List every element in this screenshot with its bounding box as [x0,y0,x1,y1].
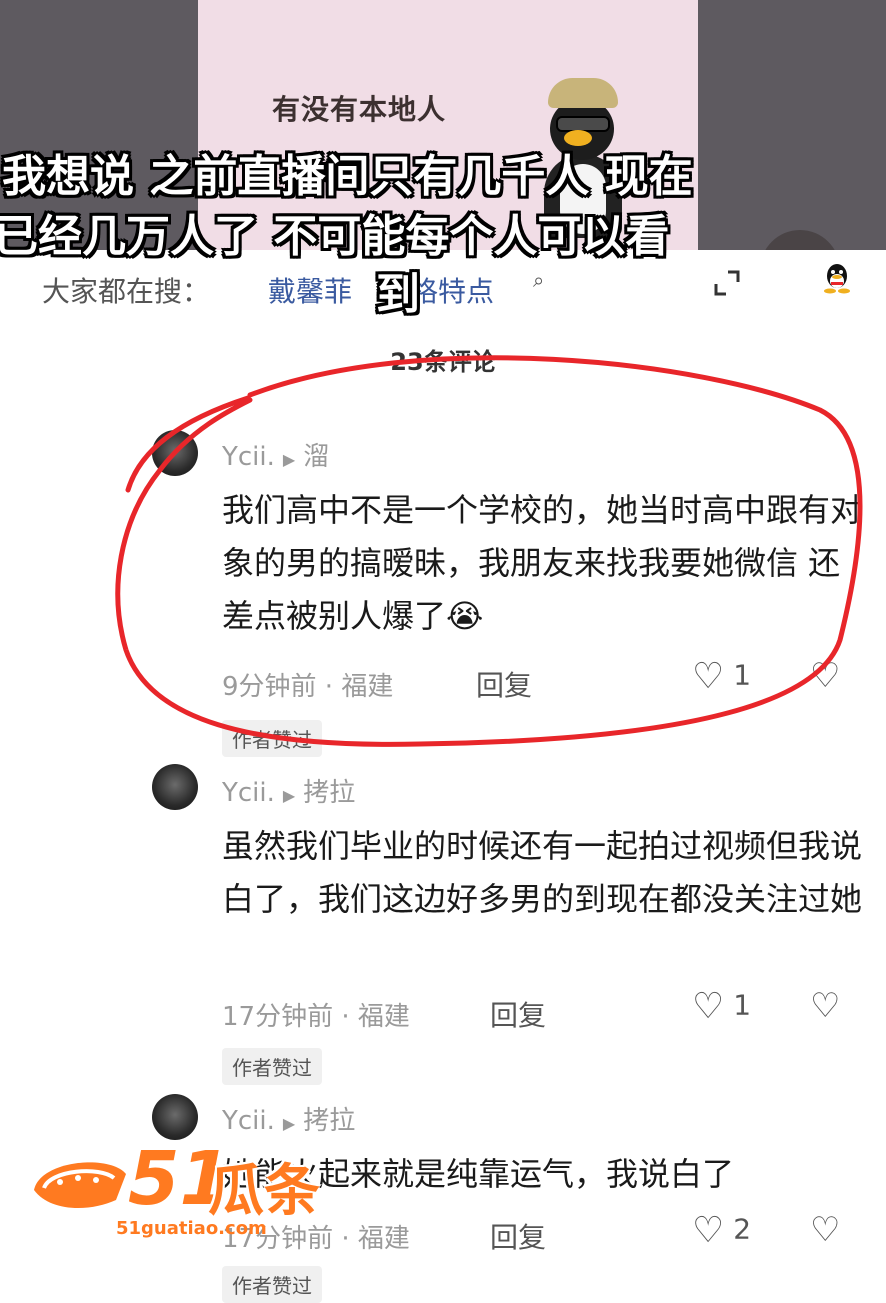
watermark-chinese: 瓜条 [208,1159,320,1224]
dislike-heart-icon[interactable]: ♡ [810,986,840,1026]
search-label: 大家都在搜： [42,275,211,308]
dislike-heart-icon[interactable]: ♡ [810,1210,840,1250]
avatar[interactable] [152,764,198,810]
comment-count: 23条评论 [390,348,496,376]
reply-button[interactable]: 回复 [490,1216,546,1256]
reply-arrow-icon: ▶ [282,450,296,469]
comment-username[interactable]: Ycii. ▶ 拷拉 [222,772,355,809]
comment-username[interactable]: Ycii. ▶ 拷拉 [222,1100,355,1137]
reply-button[interactable]: 回复 [490,994,546,1034]
author-liked-badge: 作者赞过 [222,1266,322,1303]
avatar[interactable] [152,430,198,476]
caption-line-2: 已经几万人了 不可能每个人可以看 [0,211,670,262]
reply-button[interactable]: 回复 [476,664,532,704]
comment-time-location: 9分钟前 · 福建 [222,672,394,702]
heart-icon: ♡ [692,656,725,697]
like-button[interactable]: ♡ 2 [692,1210,751,1251]
comment-username[interactable]: Ycii. ▶ 溜 [222,436,329,473]
comment-time-location: 17分钟前 · 福建 [222,1002,410,1032]
like-button[interactable]: ♡ 1 [692,986,751,1027]
reply-arrow-icon: ▶ [282,786,296,805]
comment-text: 我们高中不是一个学校的，她当时高中跟有对象的男的搞暧昧，我朋友来找我要她微信 还… [222,491,863,635]
author-liked-badge: 作者赞过 [222,1048,322,1085]
caption-line-3: 到 [376,269,420,320]
melon-logo-icon [34,1162,126,1209]
reply-arrow-icon: ▶ [282,1114,296,1133]
comment-text: 虽然我们毕业的时候还有一起拍过视频但我说白了，我们这边好多男的到现在都没关注过她 [222,827,863,918]
video-panel-text: 有没有本地人 [272,93,447,126]
author-liked-badge: 作者赞过 [222,720,322,757]
heart-icon: ♡ [692,986,725,1027]
watermark-url: 51guatiao.com [116,1218,267,1239]
caption-line-1: 我想说 之前直播间只有几千人 现在 [2,151,693,202]
dislike-heart-icon[interactable]: ♡ [810,656,840,696]
heart-icon: ♡ [692,1210,725,1251]
like-button[interactable]: ♡ 1 [692,656,751,697]
avatar[interactable] [152,1094,198,1140]
